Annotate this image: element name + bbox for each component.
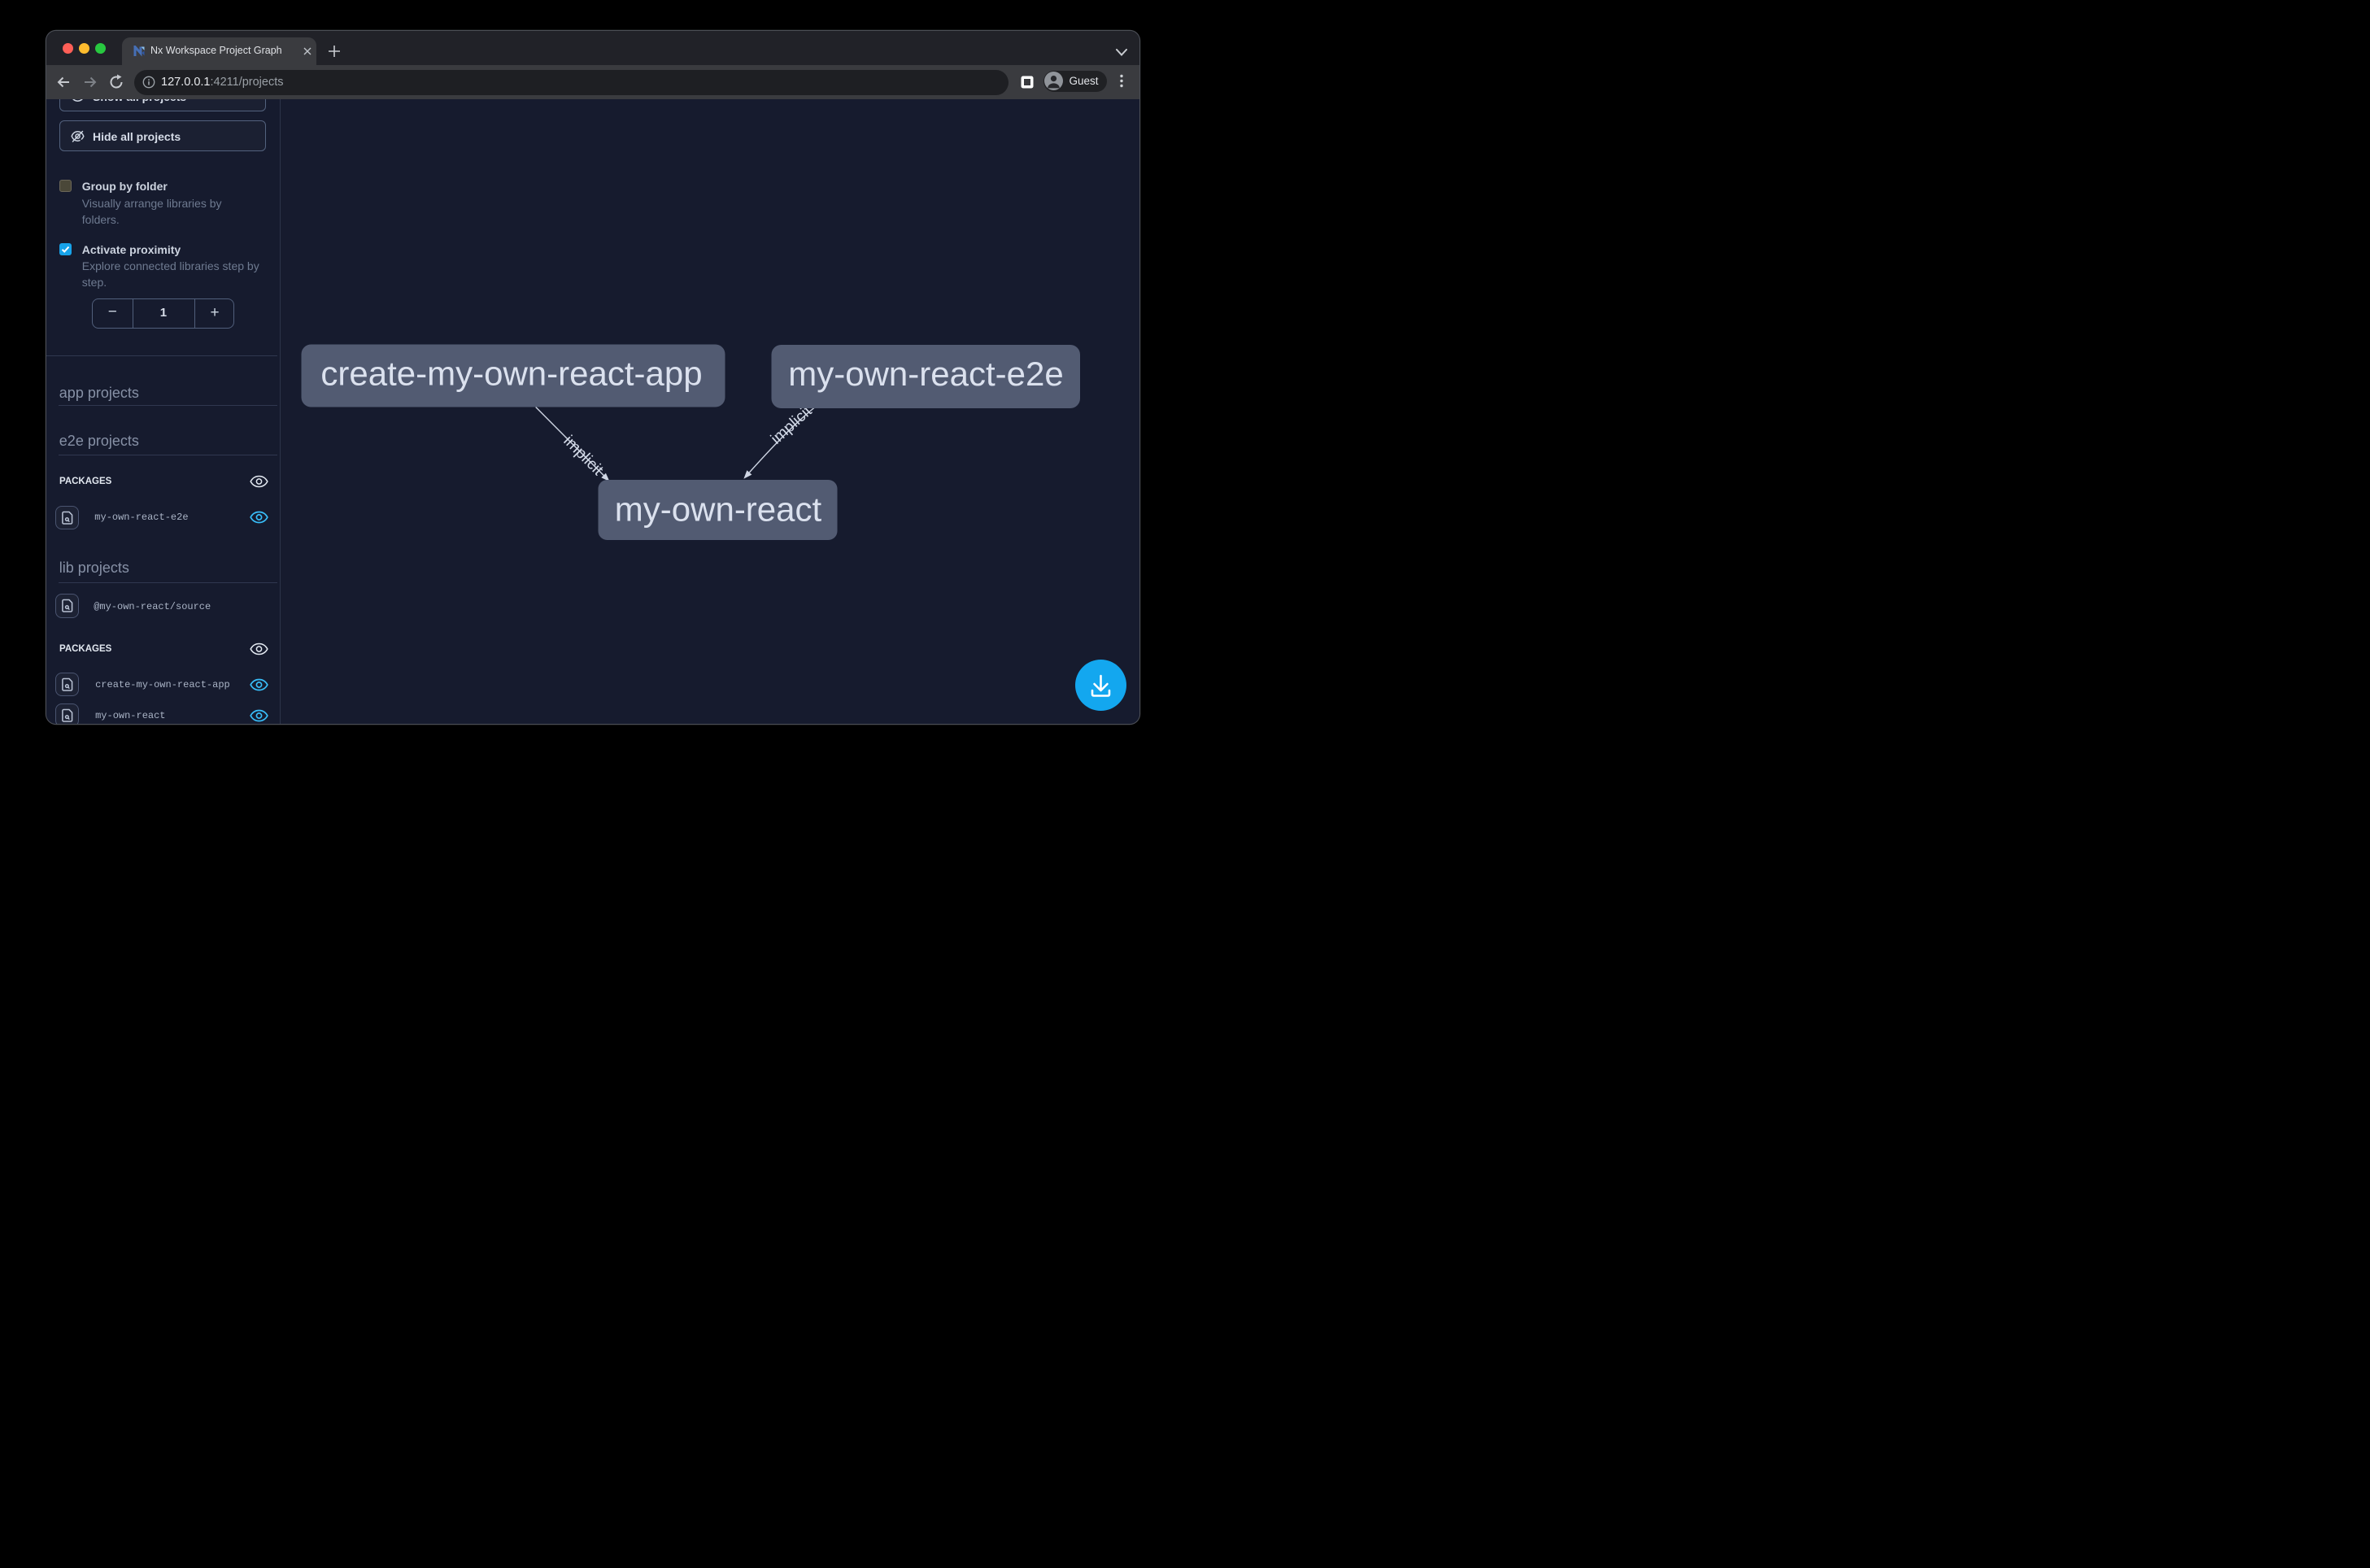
svg-text:implicit: implicit: [767, 402, 815, 448]
svg-text:create-my-own-react-app: create-my-own-react-app: [320, 354, 702, 392]
svg-text:my-own-react: my-own-react: [614, 490, 821, 528]
svg-text:my-own-react-e2e: my-own-react-e2e: [788, 354, 1063, 392]
svg-text:implicit: implicit: [560, 432, 607, 479]
